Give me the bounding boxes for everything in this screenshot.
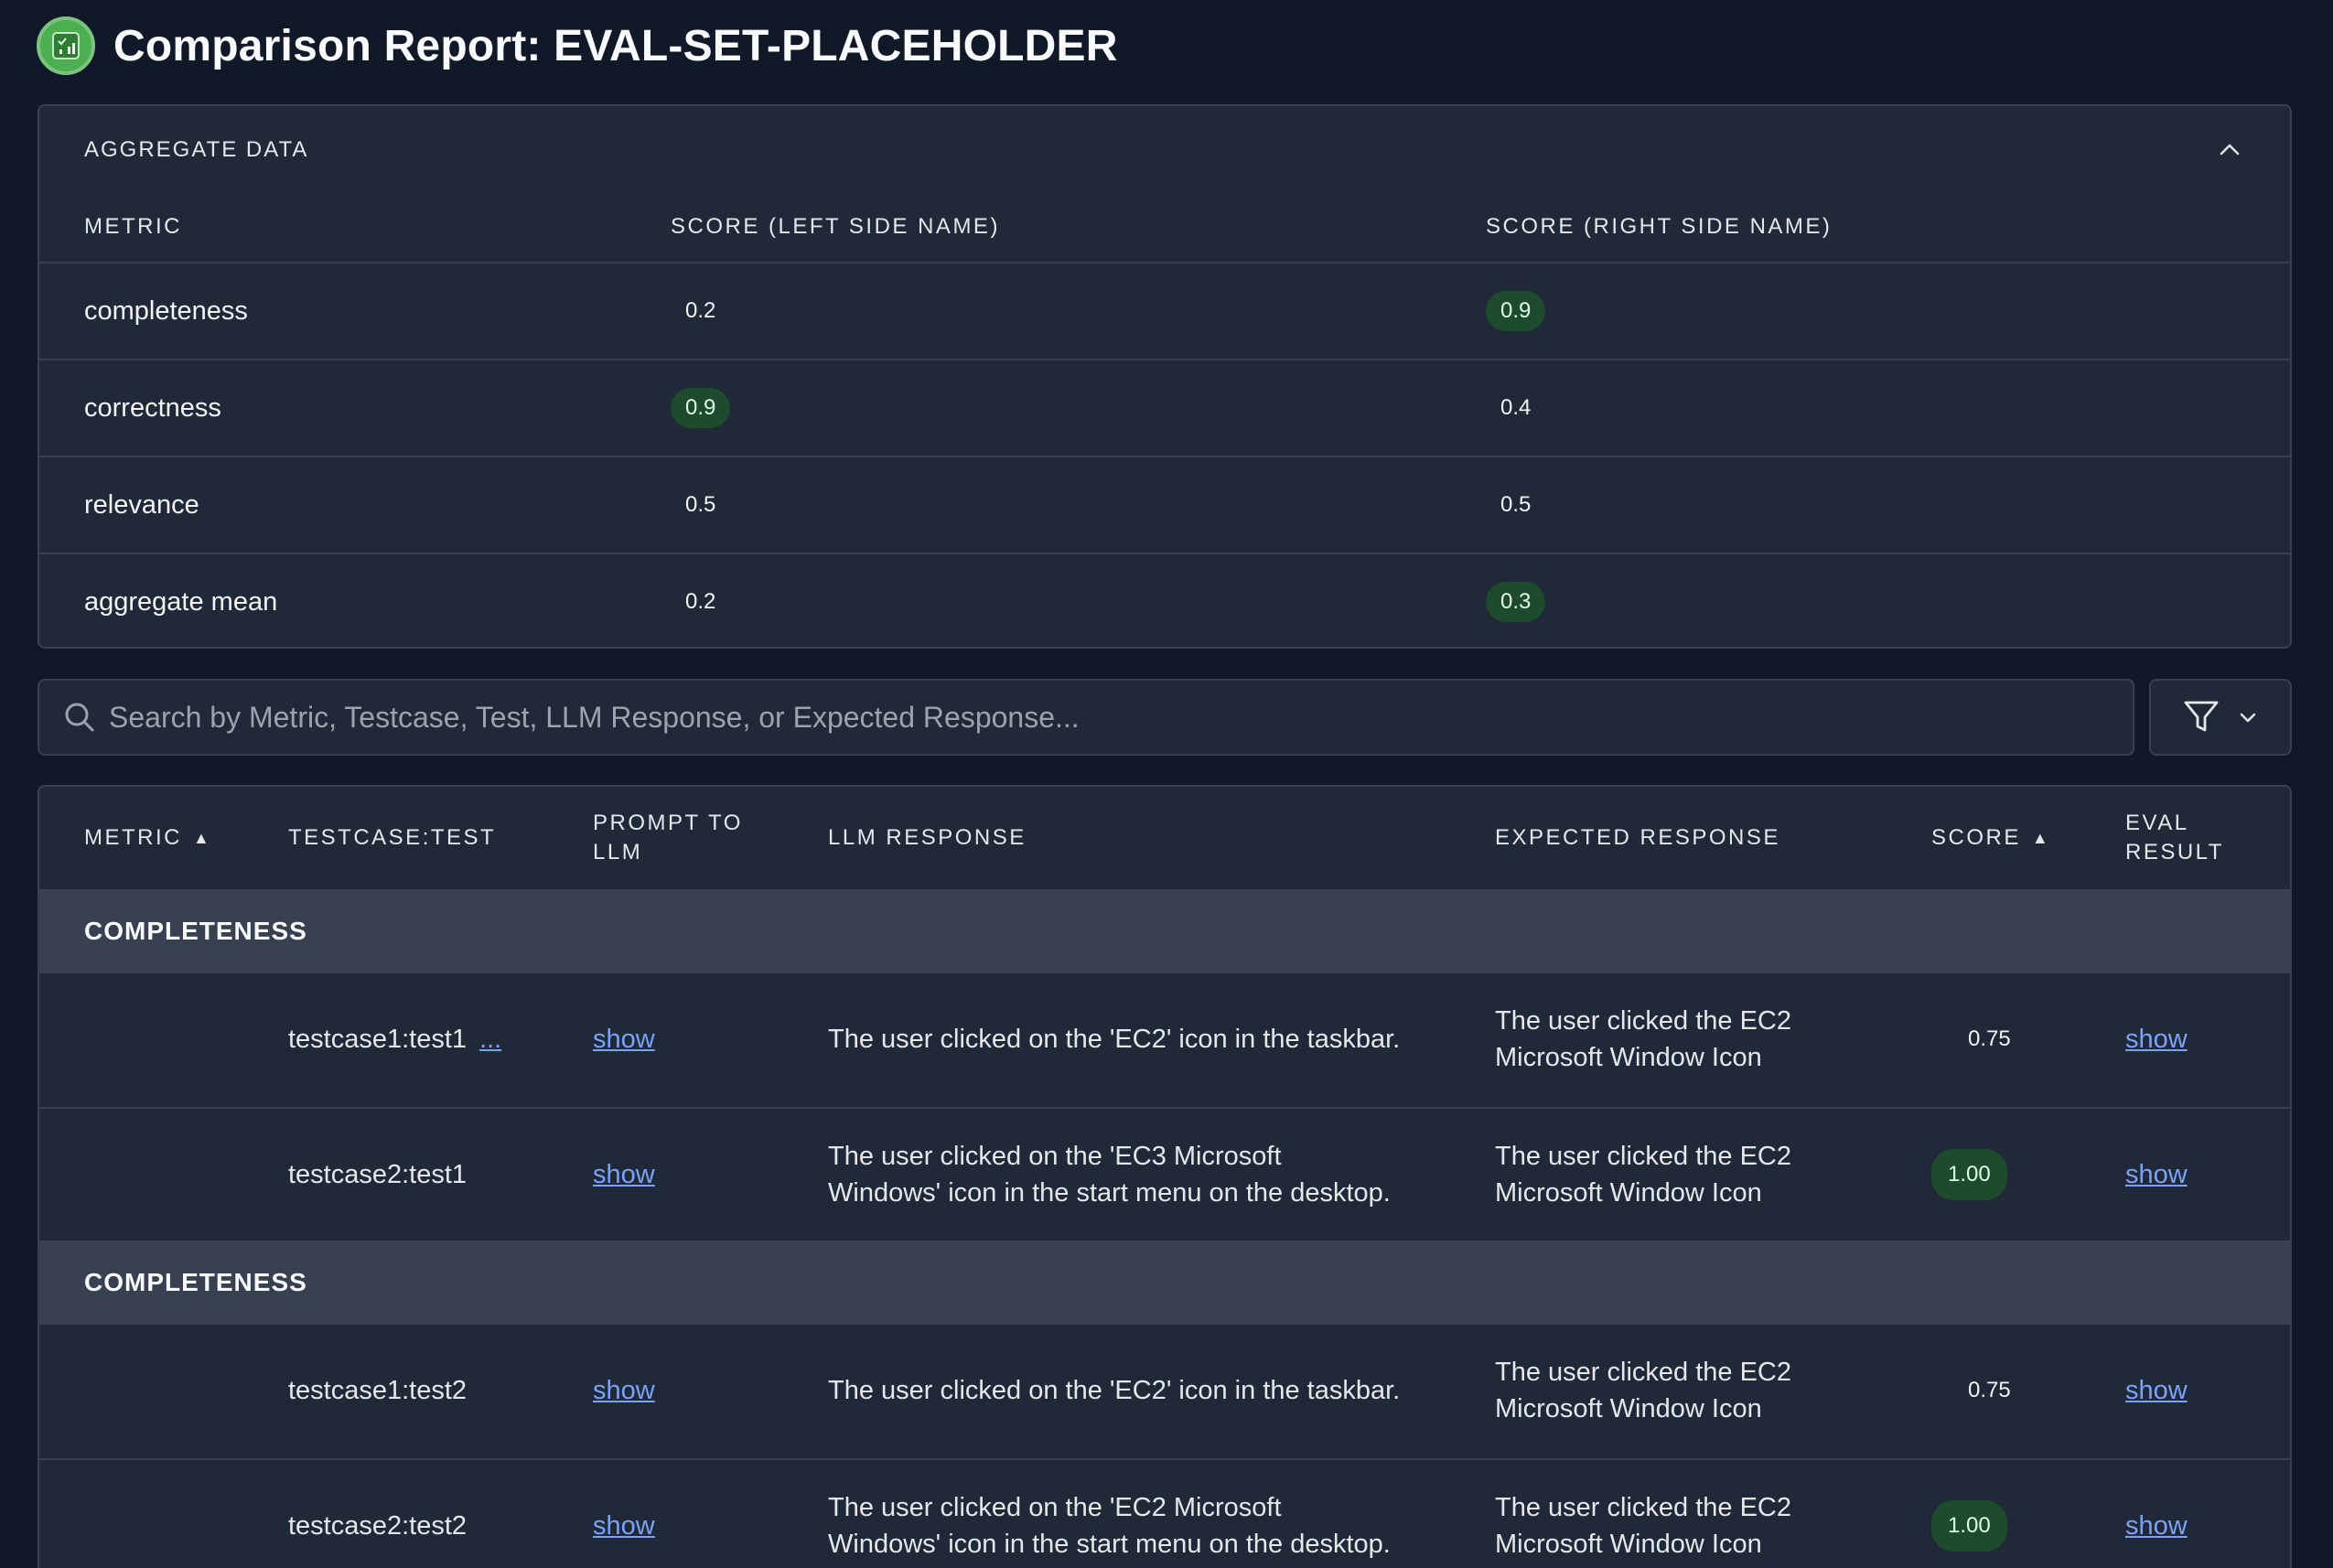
score-left-highlight: 0.9	[671, 388, 731, 428]
column-header-llm-response: LLM RESPONSE	[828, 825, 1027, 850]
page-header: Comparison Report: EVAL-SET-PLACEHOLDER	[37, 15, 1118, 77]
column-header-testcase: TESTCASE:TEST	[288, 825, 497, 850]
show-prompt-link[interactable]: show	[593, 1508, 655, 1544]
testcase-label: testcase1:test1	[288, 1025, 468, 1054]
more-link[interactable]: ...	[479, 1021, 501, 1058]
llm-response-cell: The user clicked on the 'EC3 Microsoft Wi…	[828, 1142, 1391, 1208]
column-header-metric[interactable]: METRIC ▲	[84, 787, 210, 889]
score-badge: 0.75	[1968, 1026, 2011, 1051]
score-right-highlight: 0.3	[1486, 582, 1546, 622]
aggregate-row: aggregate mean 0.2 0.3	[39, 553, 2290, 647]
report-chart-icon	[37, 16, 95, 75]
testcase-label: testcase2:test2	[288, 1511, 468, 1541]
column-header-metric: METRIC	[84, 214, 182, 239]
chevron-down-icon	[2240, 713, 2256, 723]
column-header-eval-result: EVAL RESULT	[2125, 811, 2224, 865]
expected-response-cell: The user clicked the EC2 Microsoft Window…	[1495, 1493, 1791, 1559]
aggregate-data-panel: AGGREGATE DATA METRIC SCORE (LEFT SIDE N…	[38, 104, 2292, 649]
sort-asc-icon: ▲	[193, 829, 210, 847]
score-badge-highlight: 1.00	[1931, 1149, 2007, 1200]
column-header-expected-response: EXPECTED RESPONSE	[1495, 825, 1780, 850]
column-header-score[interactable]: SCORE ▲	[1931, 787, 2048, 889]
table-row: testcase2:test2 show The user clicked on…	[39, 1458, 2290, 1568]
score-left: 0.5	[685, 492, 716, 517]
score-right: 0.4	[1500, 395, 1532, 420]
score-left: 0.2	[685, 589, 716, 614]
llm-response-cell: The user clicked on the 'EC2 Microsoft Wi…	[828, 1493, 1391, 1559]
search-bar	[38, 679, 2134, 756]
search-input[interactable]	[109, 690, 2133, 745]
group-header-row: COMPLETENESS	[39, 889, 2290, 973]
metric-name: correctness	[84, 392, 221, 423]
expected-response-cell: The user clicked the EC2 Microsoft Window…	[1495, 1006, 1791, 1072]
search-icon	[61, 699, 98, 736]
llm-response-cell: The user clicked on the 'EC2' icon in th…	[828, 1025, 1401, 1054]
column-header-score-right: SCORE (RIGHT SIDE NAME)	[1486, 214, 1833, 239]
column-header-prompt: PROMPT TO LLM	[593, 811, 743, 865]
testcase-label: testcase1:test2	[288, 1376, 468, 1405]
table-row: testcase1:test2 show The user clicked on…	[39, 1325, 2290, 1458]
aggregate-data-title: AGGREGATE DATA	[84, 137, 309, 162]
show-prompt-link[interactable]: show	[593, 1156, 655, 1193]
expected-response-cell: The user clicked the EC2 Microsoft Window…	[1495, 1358, 1791, 1423]
results-table: METRIC ▲ TESTCASE:TEST PROMPT TO LLM LLM R…	[38, 785, 2292, 1568]
expected-response-cell: The user clicked the EC2 Microsoft Window…	[1495, 1142, 1791, 1208]
aggregate-row: relevance 0.5 0.5	[39, 456, 2290, 553]
show-eval-result-link[interactable]: show	[2125, 1021, 2188, 1058]
table-row: testcase2:test1 show The user clicked on…	[39, 1107, 2290, 1240]
aggregate-row: completeness 0.2 0.9	[39, 262, 2290, 359]
metric-name: completeness	[84, 295, 248, 326]
filter-icon	[2184, 701, 2219, 732]
llm-response-cell: The user clicked on the 'EC2' icon in th…	[828, 1376, 1401, 1405]
score-badge: 0.75	[1968, 1378, 2011, 1402]
score-left: 0.2	[685, 298, 716, 323]
sort-asc-icon: ▲	[2031, 829, 2048, 847]
group-header-row: COMPLETENESS	[39, 1240, 2290, 1325]
show-prompt-link[interactable]: show	[593, 1372, 655, 1409]
show-eval-result-link[interactable]: show	[2125, 1372, 2188, 1409]
show-prompt-link[interactable]: show	[593, 1021, 655, 1058]
aggregate-row: correctness 0.9 0.4	[39, 359, 2290, 456]
score-right: 0.5	[1500, 492, 1532, 517]
show-eval-result-link[interactable]: show	[2125, 1508, 2188, 1544]
metric-name: relevance	[84, 489, 199, 520]
filter-dropdown-button[interactable]	[2149, 679, 2292, 756]
chevron-up-icon	[2220, 144, 2240, 156]
column-header-score-left: SCORE (LEFT SIDE NAME)	[671, 214, 1000, 239]
metric-name: aggregate mean	[84, 586, 278, 617]
score-right-highlight: 0.9	[1486, 291, 1546, 331]
show-eval-result-link[interactable]: show	[2125, 1156, 2188, 1193]
score-badge-highlight: 1.00	[1931, 1500, 2007, 1552]
collapse-button[interactable]	[2213, 134, 2246, 166]
testcase-label: testcase2:test1	[288, 1160, 468, 1189]
table-row: testcase1:test1 ... show The user clicke…	[39, 973, 2290, 1107]
page-title: Comparison Report: EVAL-SET-PLACEHOLDER	[113, 21, 1118, 70]
